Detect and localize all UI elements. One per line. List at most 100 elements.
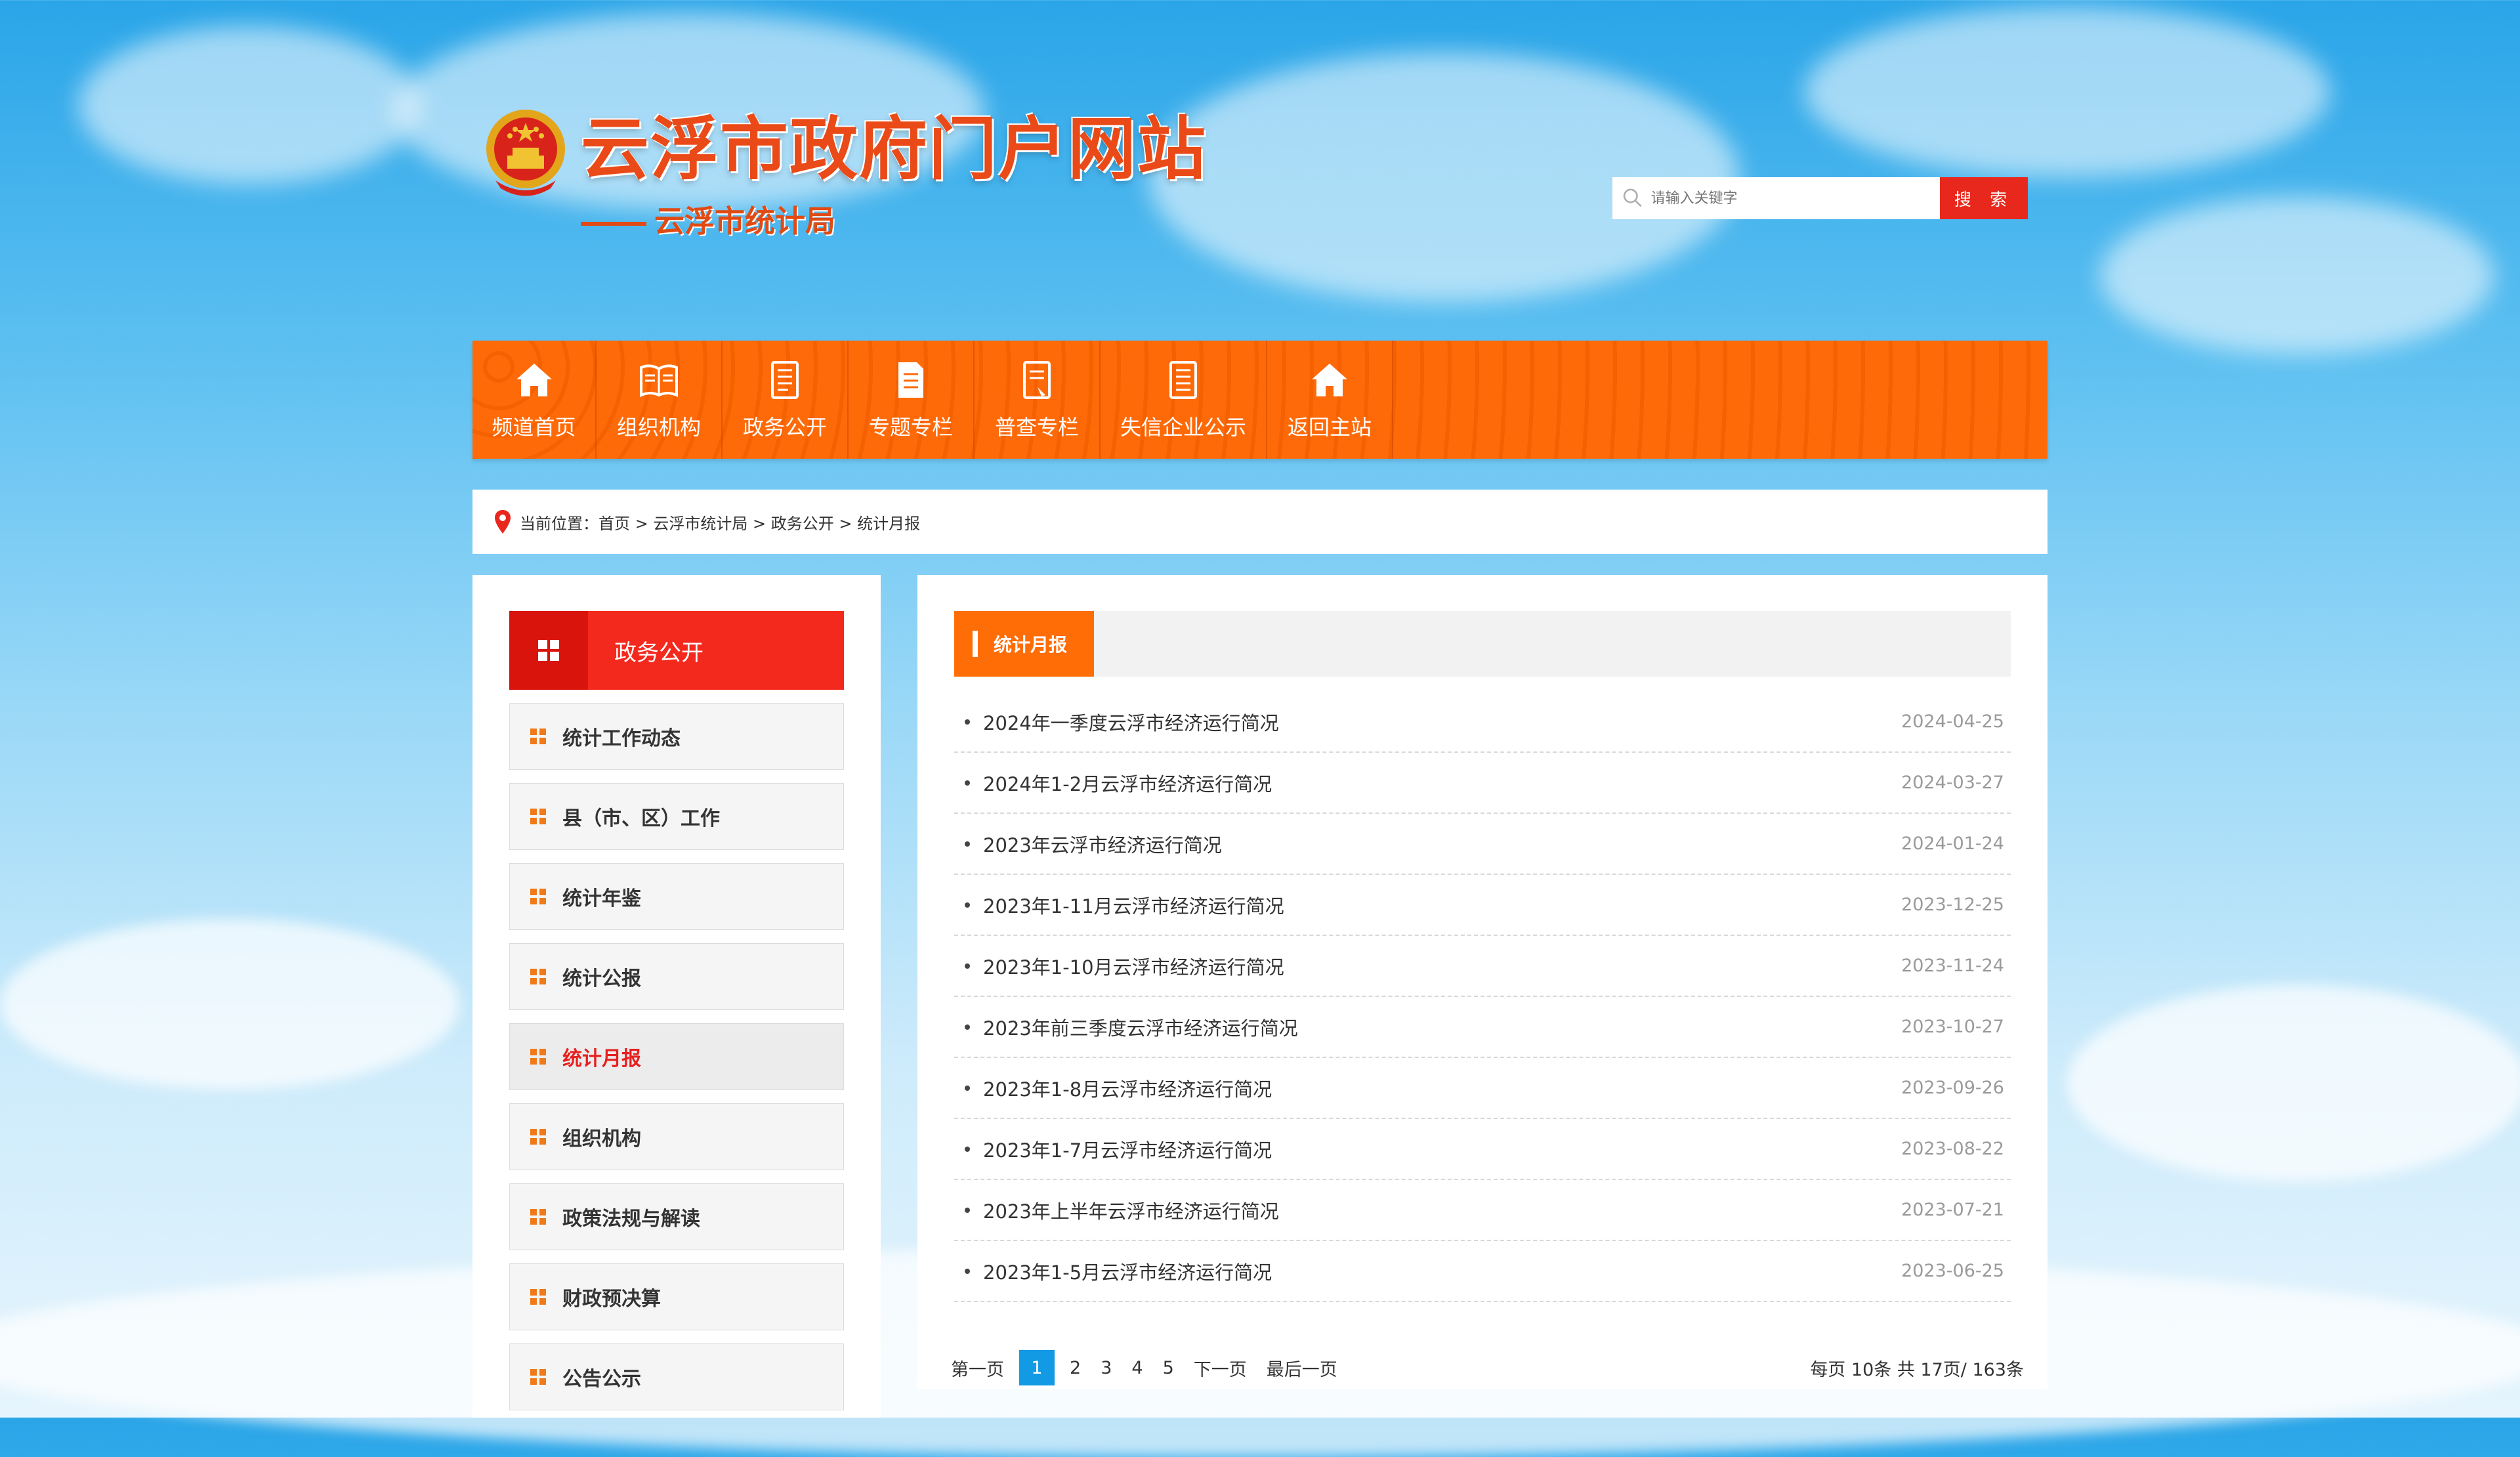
page-link[interactable]: 4: [1131, 1358, 1143, 1378]
sidebar-item-label: 统计月报: [562, 1047, 641, 1070]
grid-bullet-icon: [530, 809, 546, 824]
bullet-icon: [965, 902, 970, 908]
nav-item-return-main[interactable]: 返回主站: [1267, 341, 1393, 459]
nav-item-dishonest-enterprises[interactable]: 失信企业公示: [1101, 341, 1267, 459]
page-link[interactable]: 5: [1163, 1358, 1174, 1378]
bullet-icon: [965, 963, 970, 969]
grid-bullet-icon: [530, 1289, 546, 1305]
article-date: 2023-07-21: [1901, 1200, 2004, 1220]
list-item[interactable]: 2023年上半年云浮市经济运行简况 2023-07-21: [954, 1180, 2011, 1241]
document-icon: [1023, 361, 1051, 399]
list-item[interactable]: 2023年前三季度云浮市经济运行简况 2023-10-27: [954, 997, 2011, 1058]
sidebar-item-label: 县（市、区）工作: [562, 807, 720, 830]
bullet-icon: [965, 780, 970, 786]
list-item[interactable]: 2024年1-2月云浮市经济运行简况 2024-03-27: [954, 753, 2011, 814]
next-page-link[interactable]: 下一页: [1194, 1355, 1247, 1381]
list-item[interactable]: 2023年云浮市经济运行简况 2024-01-24: [954, 814, 2011, 875]
nav-item-label: 政务公开: [742, 415, 827, 440]
bullet-icon: [965, 1085, 970, 1091]
bullet-icon: [965, 1024, 970, 1030]
nav-item-gov-affairs[interactable]: 政务公开: [723, 341, 849, 459]
page-link-current[interactable]: 1: [1019, 1350, 1055, 1385]
article-list: 2024年一季度云浮市经济运行简况 2024-04-25 2024年1-2月云浮市…: [954, 692, 2011, 1302]
sidebar-item-label: 统计公报: [562, 967, 641, 990]
first-page-link[interactable]: 第一页: [951, 1355, 1004, 1381]
sidebar-item-monthly-report[interactable]: 统计月报: [509, 1023, 844, 1090]
search-input[interactable]: [1649, 189, 1940, 207]
article-date: 2024-04-25: [1901, 711, 2004, 732]
department-subtitle: 云浮市统计局: [581, 203, 835, 240]
article-title[interactable]: 2024年一季度云浮市经济运行简况: [983, 708, 1279, 736]
main-nav: 频道首页 组织机构 政务公开 专题专栏 普查专栏 失信企业公示 返回主站: [472, 341, 2048, 459]
breadcrumb-text: 当前位置：首页 > 云浮市统计局 > 政务公开 > 统计月报: [520, 514, 921, 533]
search-bar: 搜 索: [1612, 177, 2028, 219]
article-title[interactable]: 2024年1-2月云浮市经济运行简况: [983, 769, 1272, 797]
sidebar-item-label: 组织机构: [562, 1128, 641, 1151]
page-link[interactable]: 3: [1101, 1358, 1112, 1378]
nav-item-organization[interactable]: 组织机构: [597, 341, 723, 459]
nav-item-special-topics[interactable]: 专题专栏: [849, 341, 975, 459]
home-icon: [1312, 364, 1347, 396]
grid-icon-box: [509, 611, 588, 690]
article-title[interactable]: 2023年上半年云浮市经济运行简况: [983, 1196, 1279, 1224]
location-pin-icon: [495, 510, 511, 534]
article-date: 2023-10-27: [1901, 1017, 2004, 1037]
article-title[interactable]: 2023年1-10月云浮市经济运行简况: [983, 952, 1284, 980]
article-date: 2023-08-22: [1901, 1139, 2004, 1159]
pagination-summary: 每页 10条 共 17页/ 163条: [1810, 1359, 2024, 1380]
article-title[interactable]: 2023年1-7月云浮市经济运行简况: [983, 1135, 1272, 1163]
last-page-link[interactable]: 最后一页: [1267, 1355, 1337, 1381]
list-item[interactable]: 2023年1-11月云浮市经济运行简况 2023-12-25: [954, 875, 2011, 936]
tab-monthly-report[interactable]: 统计月报: [954, 611, 1094, 677]
nav-item-channel-home[interactable]: 频道首页: [472, 341, 597, 459]
grid-bullet-icon: [530, 1049, 546, 1065]
nav-item-census[interactable]: 普查专栏: [975, 341, 1101, 459]
sidebar-item-county-work[interactable]: 县（市、区）工作: [509, 783, 844, 850]
sidebar-item-label: 公告公示: [562, 1368, 641, 1391]
bullet-icon: [965, 719, 970, 725]
article-title[interactable]: 2023年云浮市经济运行简况: [983, 830, 1222, 858]
search-icon: [1623, 188, 1642, 207]
sidebar: 政务公开 统计工作动态 县（市、区）工作 统计年鉴 统计公报 统计月报 组织机构…: [472, 575, 881, 1418]
sidebar-heading-label: 政务公开: [614, 639, 704, 666]
bullet-icon: [965, 1207, 970, 1213]
nav-item-label: 失信企业公示: [1120, 415, 1246, 440]
sidebar-item-announcements[interactable]: 公告公示: [509, 1343, 844, 1410]
pagination: 第一页 1 2 3 4 5 下一页 最后一页 每页 10条 共 17页/ 163…: [941, 1348, 2024, 1387]
bullet-icon: [965, 1146, 970, 1152]
department-name: 云浮市统计局: [654, 203, 835, 239]
bullet-icon: [965, 841, 970, 847]
tab-label: 统计月报: [994, 634, 1068, 656]
article-title[interactable]: 2023年1-11月云浮市经济运行简况: [983, 891, 1284, 919]
list-item[interactable]: 2023年1-10月云浮市经济运行简况 2023-11-24: [954, 936, 2011, 997]
document-icon: [771, 361, 799, 399]
sidebar-item-label: 政策法规与解读: [562, 1208, 700, 1231]
nav-item-label: 普查专栏: [994, 415, 1079, 440]
search-button[interactable]: 搜 索: [1940, 177, 2028, 219]
article-title[interactable]: 2023年前三季度云浮市经济运行简况: [983, 1013, 1298, 1041]
article-title[interactable]: 2023年1-5月云浮市经济运行简况: [983, 1257, 1272, 1285]
main-content: 统计月报 2024年一季度云浮市经济运行简况 2024-04-25 2024年1-…: [917, 575, 2048, 1389]
sidebar-item-yearbook[interactable]: 统计年鉴: [509, 863, 844, 930]
list-item[interactable]: 2023年1-7月云浮市经济运行简况 2023-08-22: [954, 1119, 2011, 1180]
sidebar-item-bulletin[interactable]: 统计公报: [509, 943, 844, 1010]
sidebar-item-budget[interactable]: 财政预决算: [509, 1263, 844, 1330]
sidebar-item-label: 统计工作动态: [562, 727, 681, 750]
bullet-icon: [965, 1268, 970, 1274]
article-date: 2023-09-26: [1901, 1078, 2004, 1098]
article-date: 2023-06-25: [1901, 1261, 2004, 1281]
sidebar-item-policy[interactable]: 政策法规与解读: [509, 1183, 844, 1250]
article-title[interactable]: 2023年1-8月云浮市经济运行简况: [983, 1074, 1272, 1102]
page-link[interactable]: 2: [1070, 1358, 1081, 1378]
grid-bullet-icon: [530, 969, 546, 984]
list-item[interactable]: 2023年1-8月云浮市经济运行简况 2023-09-26: [954, 1058, 2011, 1119]
search-box: [1612, 177, 1940, 219]
sidebar-item-organization[interactable]: 组织机构: [509, 1103, 844, 1170]
grid-bullet-icon: [530, 1369, 546, 1385]
book-icon: [640, 364, 678, 398]
list-item[interactable]: 2024年一季度云浮市经济运行简况 2024-04-25: [954, 692, 2011, 753]
dash-decoration: [581, 221, 646, 226]
sidebar-item-label: 统计年鉴: [562, 887, 641, 910]
sidebar-item-work-news[interactable]: 统计工作动态: [509, 703, 844, 770]
list-item[interactable]: 2023年1-5月云浮市经济运行简况 2023-06-25: [954, 1241, 2011, 1302]
